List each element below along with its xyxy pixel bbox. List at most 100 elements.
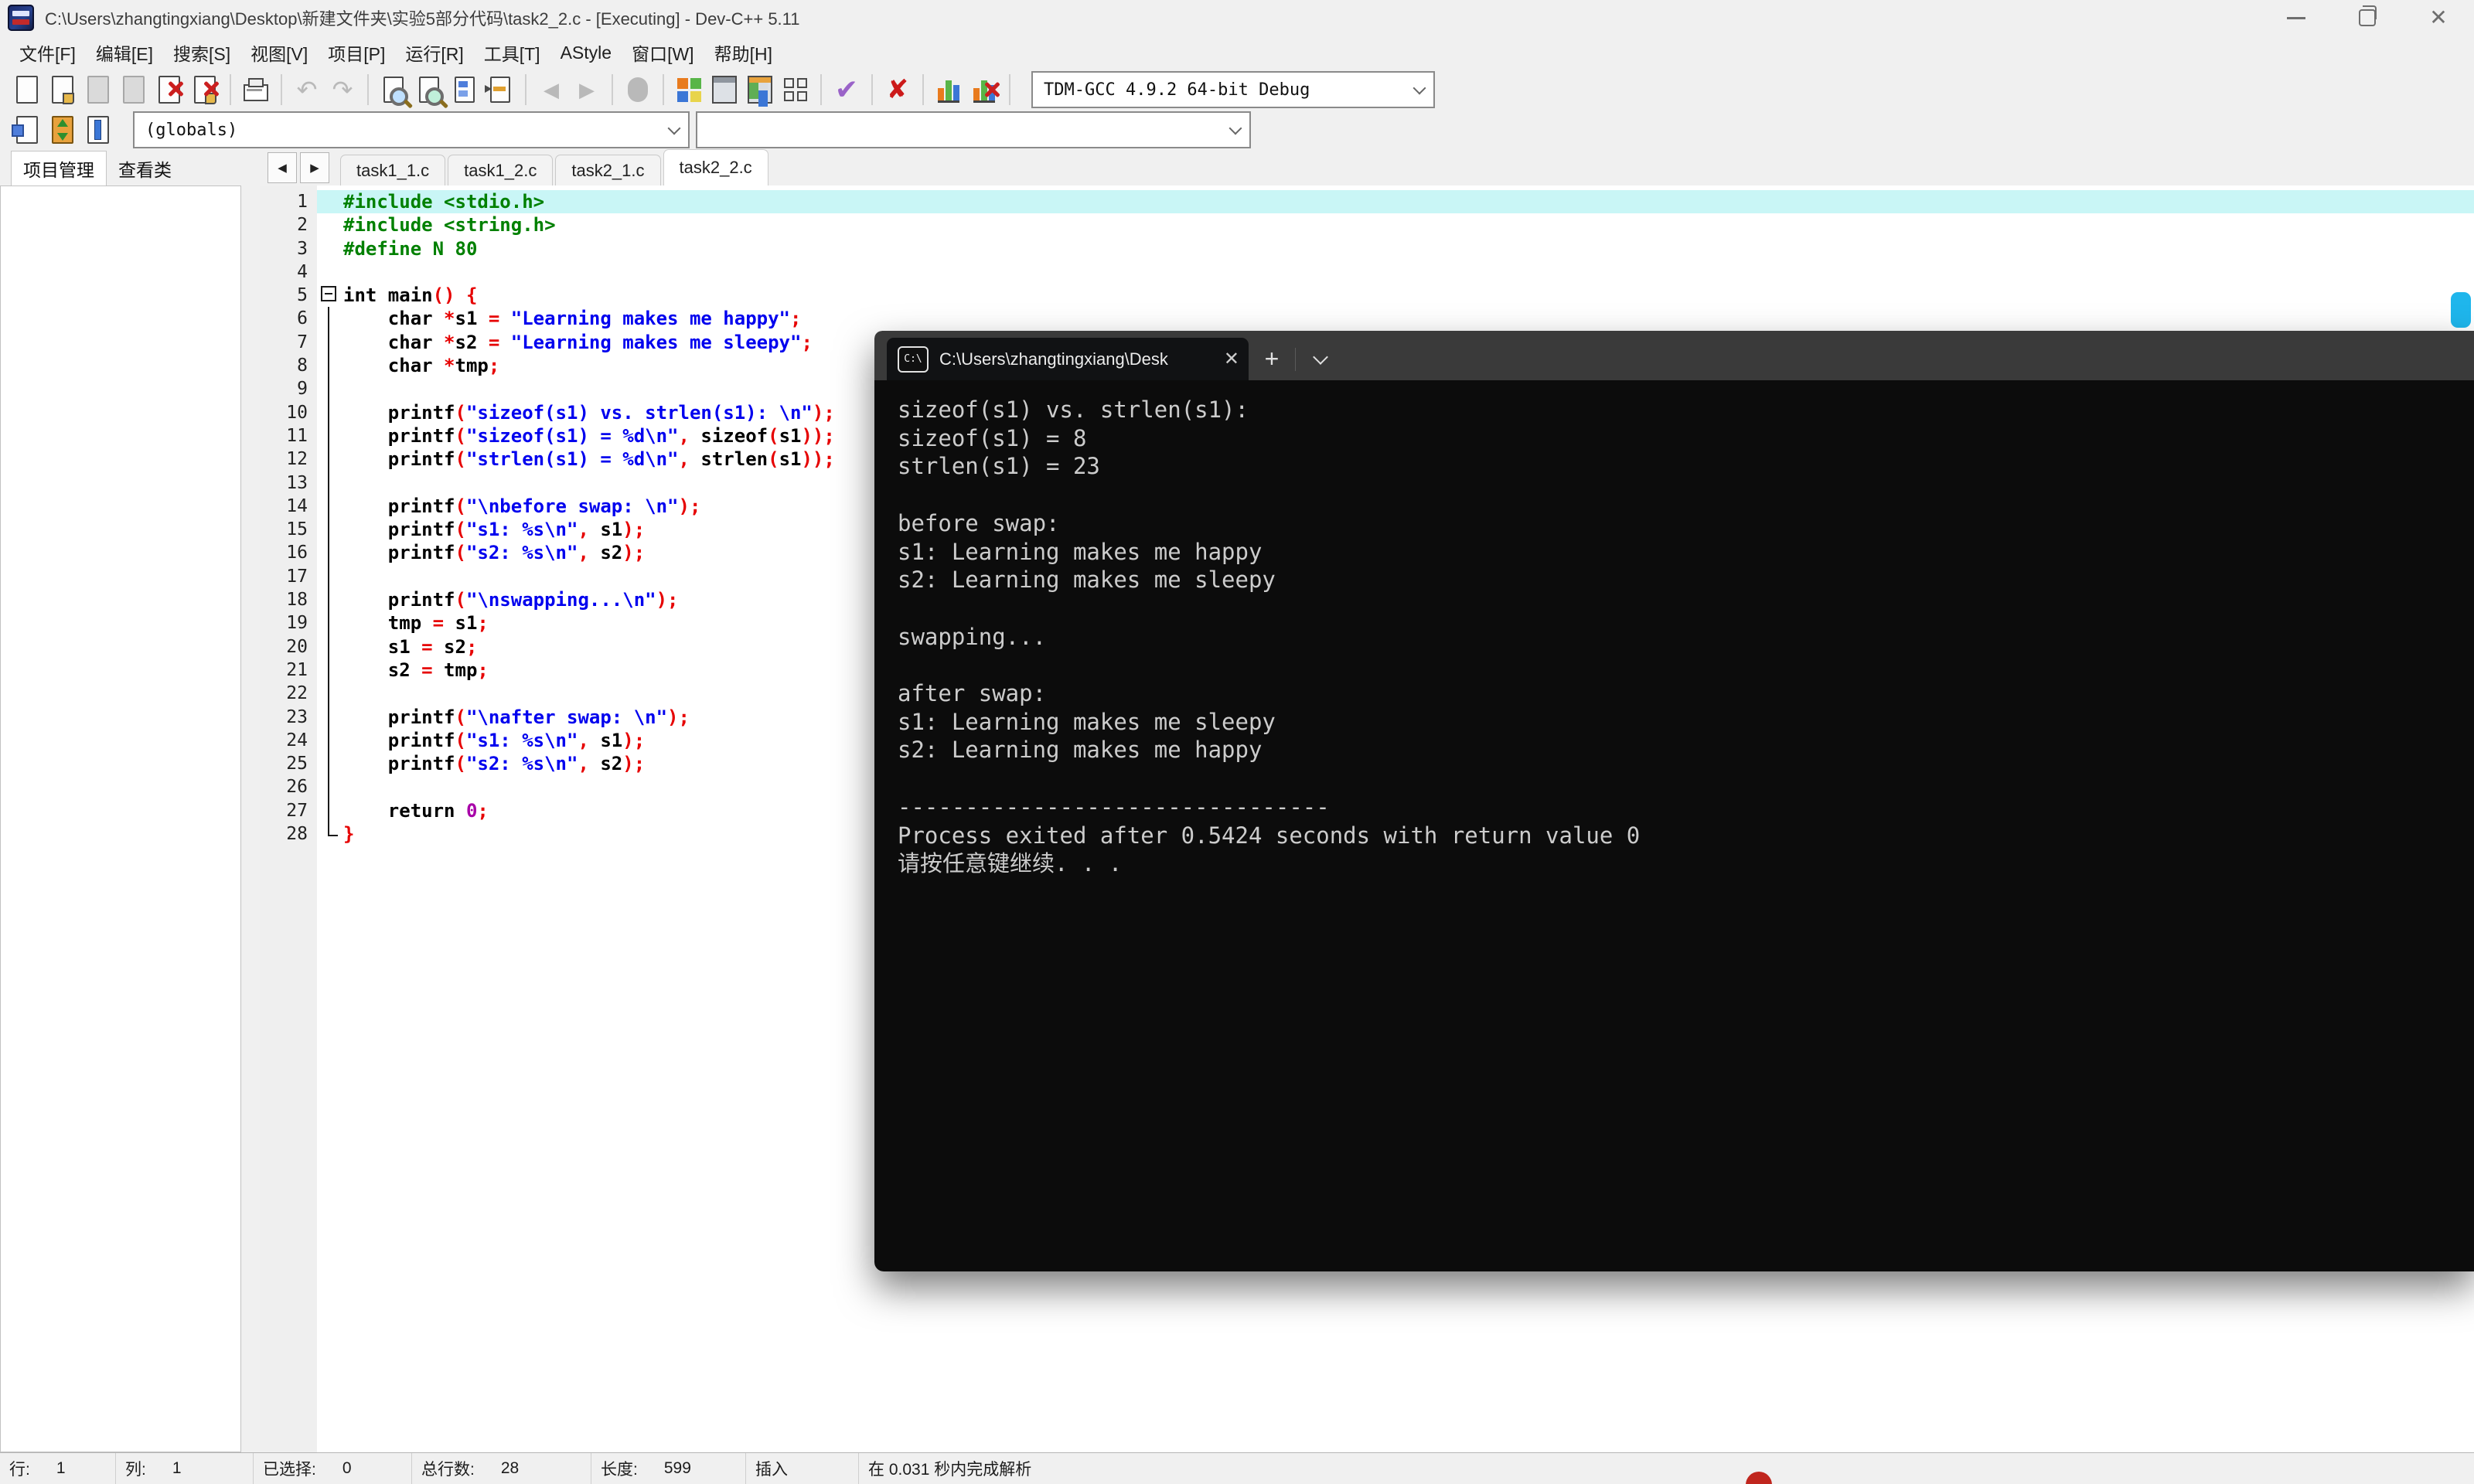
- compiler-select-value: TDM-GCC 4.9.2 64-bit Debug: [1044, 80, 1310, 100]
- open-file-button[interactable]: [45, 71, 80, 108]
- profile-button[interactable]: [931, 71, 966, 108]
- bookmark-button[interactable]: [80, 111, 116, 148]
- members-select[interactable]: [696, 111, 1251, 148]
- status-segment: 行: 1: [0, 1453, 116, 1484]
- file-tab[interactable]: task1_2.c: [448, 155, 554, 186]
- terminal-output[interactable]: sizeof(s1) vs. strlen(s1): sizeof(s1) = 8…: [874, 380, 2474, 1271]
- panel-tab[interactable]: 项目管理: [11, 151, 107, 186]
- secondary-toolbar: (globals): [0, 110, 2474, 150]
- line-number: 18: [286, 590, 308, 611]
- console-line: --------------------------------: [898, 793, 1330, 820]
- line-number: 15: [286, 519, 308, 540]
- code-line: 3 #define N 80: [260, 237, 2474, 260]
- scroll-tabs-left-button[interactable]: ◀: [268, 152, 297, 183]
- menu-bar: 文件[F] 编辑[E] 搜索[S] 视图[V] 项目[P] 运行[R] 工具[T] AStyl…: [0, 36, 2474, 70]
- close-all-button[interactable]: [187, 71, 223, 108]
- status-value: 1: [172, 1459, 182, 1477]
- scroll-tabs-right-button[interactable]: ▶: [300, 152, 329, 183]
- file-tab[interactable]: task2_1.c: [555, 155, 661, 186]
- status-segment: 在 0.031 秒内完成解析: [859, 1453, 2474, 1484]
- line-number: 1: [297, 192, 308, 212]
- status-label: 已选择:: [263, 1461, 316, 1479]
- menu-item[interactable]: 视图[V]: [240, 37, 318, 68]
- new-file-button[interactable]: [9, 71, 45, 108]
- status-segment: 总行数: 28: [412, 1453, 591, 1484]
- add-watch-button[interactable]: [9, 111, 45, 148]
- menu-item[interactable]: 帮助[H]: [704, 37, 782, 68]
- menu-item[interactable]: 编辑[E]: [86, 37, 163, 68]
- compile-run-button[interactable]: [742, 71, 778, 108]
- menu-item[interactable]: AStyle: [550, 37, 622, 68]
- open-file-icon: [52, 76, 74, 104]
- save-all-button[interactable]: [116, 71, 152, 108]
- tab-scroll-arrows: ◀ ▶: [268, 152, 329, 183]
- find-icon: [383, 77, 408, 106]
- rebuild-all-button[interactable]: [778, 71, 813, 108]
- redo-button[interactable]: ↷: [325, 71, 360, 108]
- find-button[interactable]: [376, 71, 411, 108]
- status-value: 0: [342, 1459, 352, 1477]
- terminal-new-tab-button[interactable]: +: [1249, 338, 1295, 380]
- replace-button[interactable]: [447, 71, 482, 108]
- minimize-button[interactable]: [2261, 0, 2332, 36]
- debug-button[interactable]: [620, 71, 656, 108]
- terminal-title-bar[interactable]: C:\ C:\Users\zhangtingxiang\Desk ✕ +: [874, 331, 2474, 380]
- undo-button[interactable]: ↶: [289, 71, 325, 108]
- panel-tab[interactable]: 查看类: [107, 151, 183, 186]
- line-number: 11: [286, 425, 308, 446]
- menu-item[interactable]: 项目[P]: [318, 37, 395, 68]
- toolbar-separator: [367, 74, 369, 105]
- terminal-tab[interactable]: C:\ C:\Users\zhangtingxiang\Desk ✕: [887, 338, 1249, 380]
- file-tab[interactable]: task2_2.c: [663, 149, 768, 186]
- menu-item[interactable]: 搜索[S]: [163, 37, 240, 68]
- fold-column: [317, 494, 343, 519]
- console-line: after swap:: [898, 680, 1047, 707]
- file-tab[interactable]: task1_1.c: [340, 155, 446, 186]
- fold-column: [317, 705, 343, 730]
- panel-splitter[interactable]: [241, 186, 260, 1452]
- fold-column: [317, 424, 343, 448]
- status-segment: 长度: 599: [591, 1453, 746, 1484]
- chevron-down-icon: [1228, 121, 1242, 135]
- syntax-check-button[interactable]: ✔: [829, 71, 864, 108]
- rebuild-all-icon: [784, 78, 807, 101]
- menu-item[interactable]: 工具[T]: [474, 37, 550, 68]
- delete-profile-button[interactable]: [966, 71, 1002, 108]
- compiler-select[interactable]: TDM-GCC 4.9.2 64-bit Debug: [1031, 71, 1435, 108]
- debug-icon: [628, 77, 648, 102]
- print-button[interactable]: [238, 71, 274, 108]
- terminal-dropdown-button[interactable]: [1296, 338, 1345, 380]
- status-label: 行:: [9, 1461, 30, 1479]
- status-label: 列:: [125, 1461, 146, 1479]
- fold-marker[interactable]: [317, 284, 343, 307]
- run-button[interactable]: [707, 71, 742, 108]
- menu-item[interactable]: 文件[F]: [9, 37, 86, 68]
- compile-button[interactable]: [671, 71, 707, 108]
- insert-button[interactable]: [45, 111, 80, 148]
- editor-scrollbar-thumb[interactable]: [2451, 292, 2471, 328]
- close-button[interactable]: ✕: [2403, 0, 2474, 36]
- code-text: char *s1 = "Learning makes me happy";: [387, 308, 802, 330]
- compile-icon: [676, 77, 701, 102]
- line-number: 23: [286, 706, 308, 727]
- close-file-button[interactable]: [152, 71, 187, 108]
- status-value: 599: [663, 1459, 691, 1477]
- code-text: #include <stdio.h>: [343, 190, 2474, 214]
- globals-select[interactable]: (globals): [133, 111, 690, 148]
- save-button[interactable]: [80, 71, 116, 108]
- chevron-down-icon: [1412, 81, 1426, 95]
- goto-line-button[interactable]: [482, 71, 518, 108]
- fold-column: [317, 213, 343, 237]
- replace-icon: [455, 77, 475, 103]
- terminal-tab-close-button[interactable]: ✕: [1224, 348, 1239, 370]
- maximize-button[interactable]: [2332, 0, 2403, 36]
- console-line: s2: Learning makes me happy: [898, 737, 1263, 764]
- fold-column: [317, 307, 343, 332]
- forward-button[interactable]: ▶: [569, 71, 605, 108]
- menu-item[interactable]: 运行[R]: [395, 37, 473, 68]
- abort-compile-button[interactable]: ✘: [880, 71, 915, 108]
- back-button[interactable]: ◀: [533, 71, 569, 108]
- menu-item[interactable]: 窗口[W]: [622, 37, 704, 68]
- find-next-button[interactable]: [411, 71, 447, 108]
